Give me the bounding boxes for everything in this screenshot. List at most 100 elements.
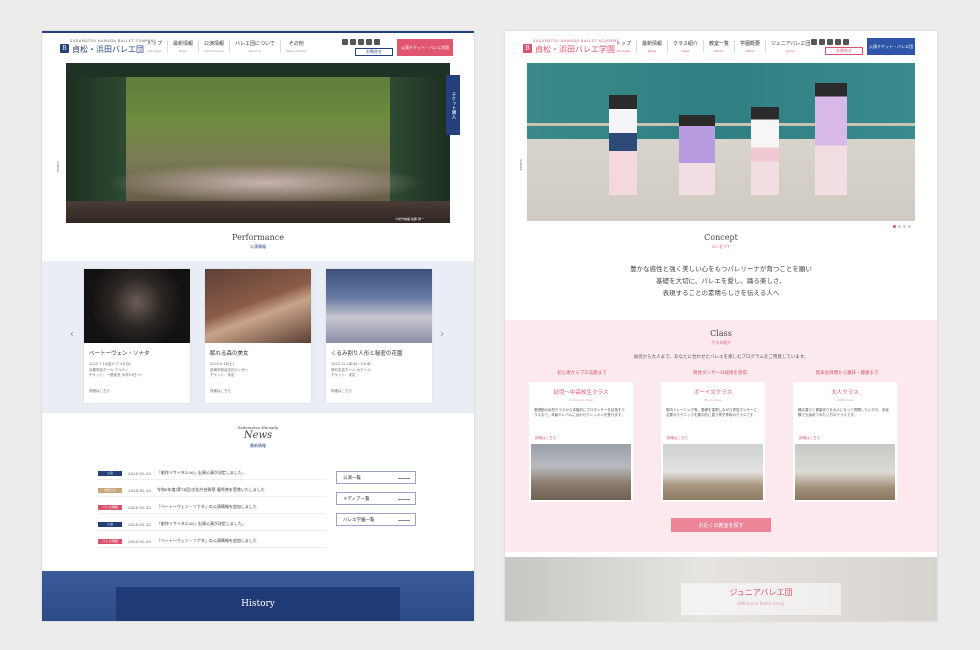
class-photo [795,444,895,500]
concept-title: Concept コンセプト [704,233,738,249]
class-section: Class クラス紹介 幼児から大人まで、あなたに合わせたバレエを楽しむプログラ… [505,320,937,552]
facebook-icon[interactable] [358,39,364,45]
details-link[interactable]: 詳細はこちら [661,436,765,441]
news-row[interactable]: 公演 2025.02.25 「創作リサイタル36」出演公演が決定しました。 [98,467,326,480]
class-card-boys[interactable]: ボーイズクラス Boy's Class 筋肉トレーニング等、基礎を重視しながら男… [661,382,765,502]
social-links [342,39,380,45]
history-section: History [42,571,474,621]
junior-subtitle: SHB Junior Ballet Group [737,601,785,606]
youtube-icon[interactable] [374,39,380,45]
performance-card[interactable]: 眠れる森の美女 2025.6.14(土) 尼崎市総合文化センター チケット：未定… [205,269,311,403]
carousel-prev-icon[interactable]: ‹ [70,329,74,340]
performance-card-image [326,269,432,343]
hero-pagination [893,225,911,228]
student-figure [751,107,779,195]
x-icon[interactable] [835,39,841,45]
nav-item-performance[interactable]: 公演情報 Performance [198,40,229,53]
nav-item-studio[interactable]: 教室一覧 Studio [702,40,734,53]
performance-card-image [84,269,190,343]
logo-mark-icon: B [60,44,69,53]
contact-button[interactable]: お問合せ [355,48,393,56]
top-accent-bar [42,31,474,33]
details-link[interactable]: 詳細はこちら [793,436,897,441]
nav-item-class[interactable]: クラス紹介 Class [667,40,703,53]
nav-item-top[interactable]: トップ Top page [142,40,167,53]
performance-card[interactable]: ベートーヴェン・ソナタ 2025.7.18(金)〜7.21(月) 京都府民ホール… [84,269,190,403]
academy-list-button[interactable]: バレエ学園一覧 [336,513,416,526]
media-list-button[interactable]: メディア一覧 [336,492,416,505]
logo-japanese: 貞松・浜田バレエ学園 [535,45,615,54]
category-badge: 公演 [98,521,122,527]
academy-site-panel: SADAMATSU HAMADA BALLET ACADEMY B 貞松・浜田バ… [505,31,937,621]
nav-item-top[interactable]: トップ Top page [611,40,636,53]
student-figure [609,95,637,195]
instagram-icon[interactable] [350,39,356,45]
nav-item-news[interactable]: 最新情報 News [636,40,667,53]
class-tagline: 発表会目標から趣味・健康まで [815,371,879,376]
social-links [811,39,849,45]
nav-item-news[interactable]: 最新情報 News [167,40,198,53]
nav-item-other[interactable]: その他 Other Activity [279,40,312,53]
details-link[interactable]: 詳細はこちら [89,389,185,394]
nav-item-about[interactable]: バレエ団について About us [229,40,280,53]
pagination-dot[interactable] [893,225,896,228]
nav-item-about[interactable]: 学園概要 About [733,40,765,53]
company-site-panel: SADAMATSU HAMADA BALLET COMPANY B 貞松・浜田バ… [42,31,474,621]
details-link[interactable]: 詳細はこちら [210,389,306,394]
mail-icon[interactable] [811,39,817,45]
junior-title[interactable]: ジュニアバレエ団 [681,587,841,598]
class-photo [531,444,631,500]
news-row[interactable]: お知らせ 2025.02.25 令和6年度(第74回)文化庁芸術祭 優秀賞を受賞… [98,484,326,497]
class-tagline: 男性ダンサーの技術を習得 [693,371,747,376]
history-title[interactable]: History [116,587,400,621]
class-tagline: 初心者からプロ志願まで [557,371,607,376]
ticket-company-button[interactable]: 公演チケット・バレエ団 [867,38,915,55]
category-badge: バレエ学園 [98,538,122,544]
details-link[interactable]: 詳細はこちら [529,436,633,441]
concept-text: 豊かな感性と強く美しい心をもつバレリーナが育つことを願い 基礎を大切に、バレエを… [630,265,812,297]
student-figure [815,83,847,195]
ticket-academy-button[interactable]: 公演チケット・バレエ学園 [397,39,453,56]
mail-icon[interactable] [342,39,348,45]
ticket-purchase-tab[interactable]: チケット購入 [446,75,460,135]
carousel-next-icon[interactable]: › [440,329,444,340]
news-title: Sadamatsu Hamada News 最新情報 [237,425,279,448]
junior-ballet-section: ジュニアバレエ団 SHB Junior Ballet Group [505,557,937,621]
facebook-icon[interactable] [827,39,833,45]
news-row[interactable]: バレエ学園 2025.02.25 「ベートーヴェン・ソナタ」の公演情報を追加しま… [98,535,326,548]
nav-item-junior[interactable]: ジュニアバレエ団 Junior [764,40,815,53]
hero-caption: ©松竹映画 佐藤 研一 [395,217,424,221]
class-card-children[interactable]: 幼児〜中高校生クラス Children's Class 基礎動の幼児クラスから本… [529,382,633,502]
news-row[interactable]: バレエ学園 2025.02.25 「ベートーヴェン・ソナタ」の公演情報を追加しま… [98,501,326,514]
pagination-dot[interactable] [908,225,911,228]
class-lead: 幼児から大人まで、あなたに合わせたバレエを楽しむプログラムをご用意しています。 [633,355,809,360]
class-photo [663,444,763,500]
news-row[interactable]: 公演 2025.02.25 「創作リサイタル36」出演公演が決定しました。 [98,518,326,531]
student-figure [679,115,715,195]
scroll-indicator: SCROLL [56,161,60,173]
hero-stage-image: ©松竹映画 佐藤 研一 [66,63,450,223]
main-nav: トップ Top page 最新情報 News 公演情報 Performance バレエ… [142,40,312,53]
performance-card-image [205,269,311,343]
performance-list-button[interactable]: 公演一覧 [336,471,416,484]
details-link[interactable]: 詳細はこちら [331,389,427,394]
logo-mark-icon: B [523,44,532,53]
find-studio-button[interactable]: お近くの教室を探す [671,518,771,532]
company-logo[interactable]: SADAMATSU HAMADA BALLET COMPANY B 貞松・浜田バ… [60,39,156,55]
logo-english: SADAMATSU HAMADA BALLET ACADEMY [533,39,620,43]
category-badge: 公演 [98,470,122,476]
contact-button[interactable]: お問合せ [825,47,863,55]
x-icon[interactable] [366,39,372,45]
performance-carousel: ‹ › ベートーヴェン・ソナタ 2025.7.18(金)〜7.21(月) 京都府… [42,261,474,413]
academy-logo[interactable]: SADAMATSU HAMADA BALLET ACADEMY B 貞松・浜田バ… [523,39,619,55]
category-badge: お知らせ [98,487,122,493]
class-card-adult[interactable]: 大人クラス Adult Class 踊る喜びと健康作りを大人になって再開したい方… [793,382,897,502]
instagram-icon[interactable] [819,39,825,45]
pagination-dot[interactable] [903,225,906,228]
performance-card[interactable]: くるみ割り人形と秘密の花園 2025.12.24(水)〜25(木) 神戸文化ホー… [326,269,432,403]
logo-japanese: 貞松・浜田バレエ団 [72,45,144,54]
scroll-indicator: SCROLL [519,159,523,171]
pagination-dot[interactable] [898,225,901,228]
youtube-icon[interactable] [843,39,849,45]
main-nav: トップ Top page 最新情報 News クラス紹介 Class 教室一覧 Stud… [611,40,815,53]
